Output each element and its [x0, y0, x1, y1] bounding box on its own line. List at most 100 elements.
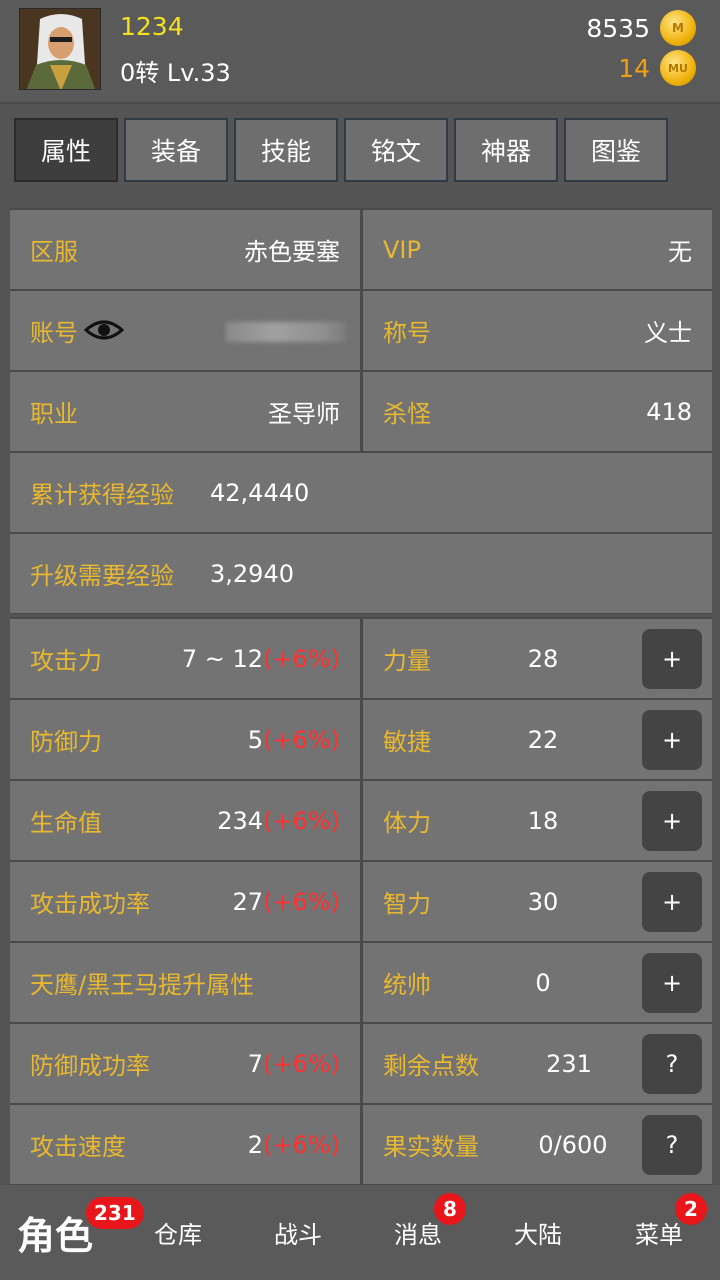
nav-warehouse[interactable]: 仓库 — [118, 1185, 238, 1280]
attr-label: 果实数量 — [383, 1133, 479, 1161]
attr-row-agility: 敏捷 22 + — [363, 700, 712, 779]
stat-row-attack-speed: 攻击速度 2(+6%) — [10, 1105, 360, 1184]
attr-row-intelligence: 智力 30 + — [363, 862, 712, 941]
total-exp-cell: 累计获得经验 42,4440 — [10, 453, 712, 532]
attr-value: 0 — [535, 968, 551, 997]
tab-equipment[interactable]: 装备 — [124, 118, 228, 182]
stat-label: 攻击力 — [30, 647, 102, 675]
stat-row-hp: 生命值 234(+6%) — [10, 781, 360, 860]
nav-label: 战斗 — [274, 1221, 322, 1249]
stat-value-group: 234(+6%) — [217, 807, 340, 835]
mu-currency: 14 MU — [618, 48, 696, 88]
tab-artifacts[interactable]: 神器 — [454, 118, 558, 182]
add-strength-button[interactable]: + — [642, 629, 702, 689]
mu-coin-icon: MU — [660, 50, 696, 86]
vip-label: VIP — [383, 235, 421, 264]
stat-value: 5 — [247, 725, 264, 754]
kills-value: 418 — [646, 397, 692, 426]
add-agility-button[interactable]: + — [642, 710, 702, 770]
account-cell: 账号 — [10, 291, 360, 370]
add-intelligence-button[interactable]: + — [642, 872, 702, 932]
add-stamina-button[interactable]: + — [642, 791, 702, 851]
add-command-button[interactable]: + — [642, 953, 702, 1013]
account-label: 账号 — [30, 319, 78, 347]
stat-label: 攻击成功率 — [30, 890, 150, 918]
class-value: 圣导师 — [268, 400, 340, 428]
stat-value-group: 7(+6%) — [248, 1050, 340, 1078]
server-cell: 区服 赤色要塞 — [10, 210, 360, 289]
top-bar: 1234 0转 Lv.33 8535 M 14 MU — [0, 0, 720, 104]
need-exp-label: 升级需要经验 — [30, 562, 174, 590]
title-value: 义士 — [644, 319, 692, 347]
player-name: 1234 — [120, 12, 184, 41]
tab-skills[interactable]: 技能 — [234, 118, 338, 182]
stat-row-attack: 攻击力 7 ~ 12(+6%) — [10, 619, 360, 698]
eye-icon[interactable] — [83, 316, 125, 350]
account-hidden-value — [226, 322, 346, 342]
stat-value: 7 — [247, 1049, 264, 1078]
stat-row-defense: 防御力 5(+6%) — [10, 700, 360, 779]
nav-label: 菜单 — [635, 1221, 683, 1249]
stat-value-group: 7 ~ 12(+6%) — [182, 645, 340, 673]
attr-row-strength: 力量 28 + — [363, 619, 712, 698]
nav-badge-menu: 2 — [675, 1193, 707, 1225]
tab-attributes[interactable]: 属性 — [14, 118, 118, 182]
attr-row-fruit-count: 果实数量 0/600 ? — [363, 1105, 712, 1184]
gold-currency: 8535 M — [586, 8, 696, 48]
need-exp-value: 3,2940 — [210, 559, 294, 588]
gold-coin-icon: M — [660, 10, 696, 46]
nav-label: 消息 — [394, 1221, 442, 1249]
server-label: 区服 — [30, 238, 78, 266]
nav-label: 大陆 — [514, 1221, 562, 1249]
attr-row-command: 统帅 0 + — [363, 943, 712, 1022]
fruit-count-help-button[interactable]: ? — [642, 1115, 702, 1175]
attr-label: 力量 — [383, 647, 431, 675]
title-label: 称号 — [383, 319, 431, 347]
stat-bonus: (+6%) — [263, 1130, 340, 1159]
stat-value-group: 2(+6%) — [248, 1131, 340, 1159]
class-cell: 职业 圣导师 — [10, 372, 360, 451]
tab-inscriptions[interactable]: 铭文 — [344, 118, 448, 182]
attr-row-stamina: 体力 18 + — [363, 781, 712, 860]
attr-label: 剩余点数 — [383, 1052, 479, 1080]
attr-value: 22 — [527, 725, 559, 754]
gold-amount: 8535 — [586, 13, 650, 43]
mu-amount: 14 — [618, 53, 650, 83]
attr-value: 28 — [527, 644, 559, 673]
player-level: 0转 Lv.33 — [120, 59, 231, 87]
stat-label: 天鹰/黑王马提升属性 — [30, 971, 255, 999]
attr-value: 231 — [546, 1049, 592, 1078]
stat-value: 7 ~ 12 — [181, 644, 264, 673]
server-value: 赤色要塞 — [244, 238, 340, 266]
nav-label: 角色 — [16, 1214, 93, 1258]
bottom-nav: 角色 231 仓库 战斗 消息 8 大陆 菜单 2 — [0, 1185, 720, 1280]
tab-codex[interactable]: 图鉴 — [564, 118, 668, 182]
tab-bar: 属性 装备 技能 铭文 神器 图鉴 — [14, 118, 674, 184]
stat-label: 防御力 — [30, 728, 102, 756]
stats-panel: 攻击力 7 ~ 12(+6%) 防御力 5(+6%) 生命值 234(+6%) … — [10, 617, 712, 1185]
kills-cell: 杀怪 418 — [363, 372, 712, 451]
vip-cell: VIP 无 — [363, 210, 712, 289]
stat-value: 234 — [217, 806, 264, 835]
stat-row-mount-bonus: 天鹰/黑王马提升属性 — [10, 943, 360, 1022]
class-label: 职业 — [30, 400, 78, 428]
player-avatar[interactable] — [19, 8, 101, 90]
stat-bonus: (+6%) — [263, 806, 340, 835]
nav-label: 仓库 — [154, 1221, 202, 1249]
stat-label: 防御成功率 — [30, 1052, 150, 1080]
total-exp-label: 累计获得经验 — [30, 481, 174, 509]
stat-row-hit-rate: 攻击成功率 27(+6%) — [10, 862, 360, 941]
kills-label: 杀怪 — [383, 400, 431, 428]
stat-value: 27 — [232, 887, 264, 916]
attr-value: 18 — [527, 806, 559, 835]
attr-row-remaining-points: 剩余点数 231 ? — [363, 1024, 712, 1103]
stat-row-defense-rate: 防御成功率 7(+6%) — [10, 1024, 360, 1103]
stat-bonus: (+6%) — [263, 887, 340, 916]
avatar-portrait-icon — [20, 9, 100, 89]
remaining-points-help-button[interactable]: ? — [642, 1034, 702, 1094]
nav-badge-messages: 8 — [434, 1193, 466, 1225]
stat-label: 攻击速度 — [30, 1133, 126, 1161]
nav-battle[interactable]: 战斗 — [238, 1185, 358, 1280]
need-exp-cell: 升级需要经验 3,2940 — [10, 534, 712, 613]
nav-continent[interactable]: 大陆 — [478, 1185, 598, 1280]
